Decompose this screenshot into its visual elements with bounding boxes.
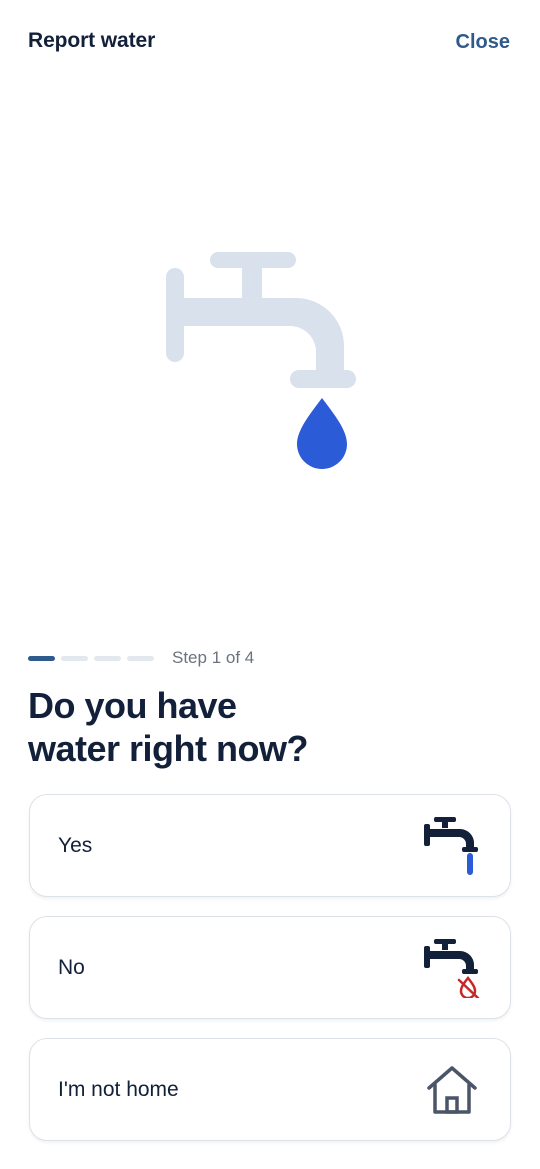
option-no[interactable]: No xyxy=(29,916,511,1019)
progress-segment-4 xyxy=(127,656,154,661)
option-not-home-label: I'm not home xyxy=(58,1077,179,1101)
question-line-1: Do you have xyxy=(28,685,237,726)
question-heading: Do you have water right now? xyxy=(28,684,508,770)
faucet-running-icon xyxy=(424,816,478,875)
progress-segment-1 xyxy=(28,656,55,661)
question-line-2: water right now? xyxy=(28,728,309,769)
step-progress: Step 1 of 4 xyxy=(28,646,508,670)
close-button[interactable]: Close xyxy=(456,31,510,54)
house-icon xyxy=(427,1065,477,1114)
faucet-no-water-icon xyxy=(424,938,480,998)
option-not-home[interactable]: I'm not home xyxy=(29,1038,511,1141)
option-yes[interactable]: Yes xyxy=(29,794,511,897)
progress-segment-2 xyxy=(61,656,88,661)
option-no-label: No xyxy=(58,955,85,979)
page-title: Report water xyxy=(28,29,156,52)
header: Report water Close xyxy=(0,0,540,86)
faucet-illustration-icon xyxy=(166,252,356,469)
step-label: Step 1 of 4 xyxy=(172,648,255,667)
progress-segment-3 xyxy=(94,656,121,661)
option-yes-label: Yes xyxy=(58,833,93,857)
